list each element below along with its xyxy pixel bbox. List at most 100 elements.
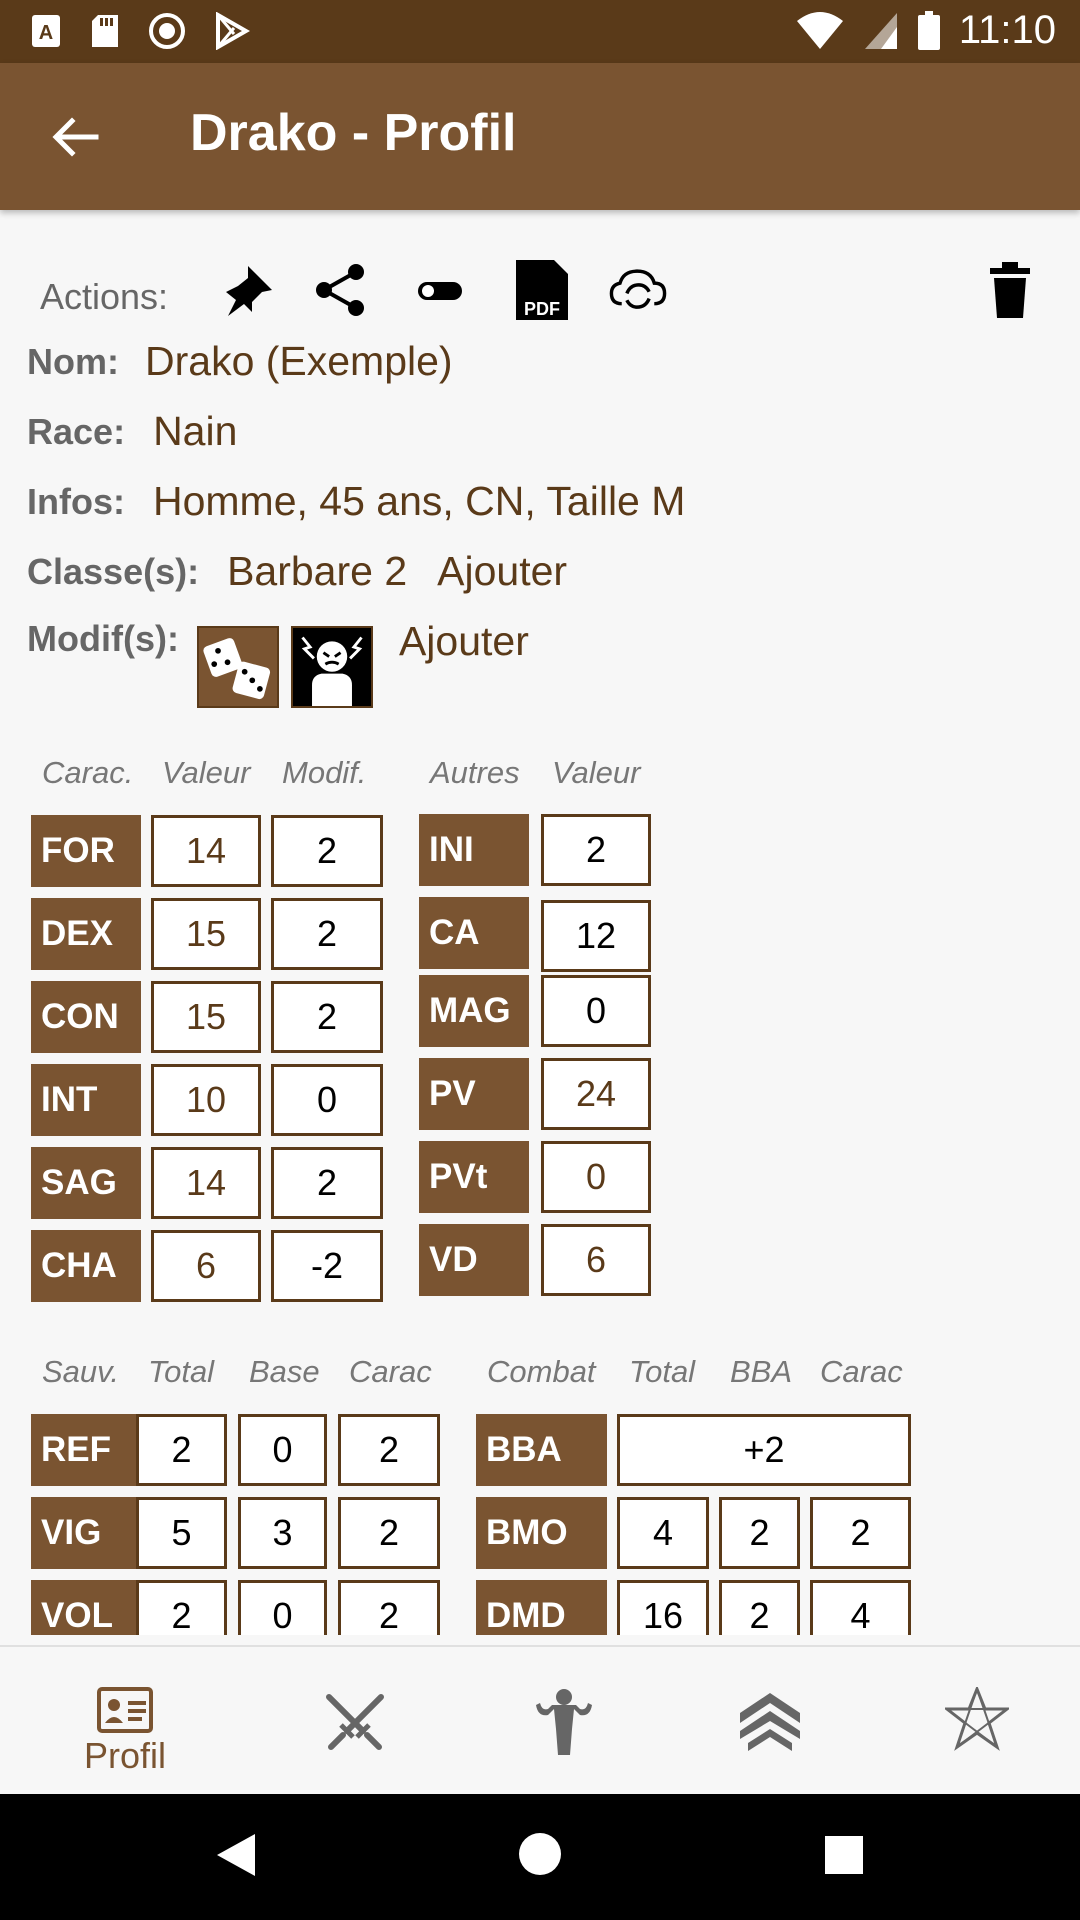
combat-bba-bmo: 2 (719, 1497, 800, 1569)
nav-label-profil: Profil (83, 1735, 167, 1776)
classes-label: Classe(s): (27, 550, 200, 592)
carac-label-int: INT (31, 1064, 141, 1136)
col-header-carac: Carac. (42, 755, 134, 790)
record-icon (149, 13, 185, 49)
carac-value-cha[interactable]: 6 (151, 1230, 261, 1302)
info-row-modifs: Modif(s): Ajouter (27, 618, 529, 708)
autres-label-ini: INI (419, 814, 529, 886)
nav-tab-spells[interactable] (897, 1647, 1057, 1796)
sauv-label-ref: REF (31, 1414, 141, 1486)
combat-total-dmd: 16 (617, 1580, 709, 1635)
id-card-icon (97, 1687, 153, 1733)
cell-signal-icon (864, 12, 897, 49)
crossed-swords-icon (326, 1694, 384, 1750)
race-value[interactable]: Nain (153, 408, 237, 455)
autres-label-pvt: PVt (419, 1141, 529, 1213)
combat-total-bmo: 4 (617, 1497, 709, 1569)
nom-label: Nom: (27, 340, 119, 382)
carac-modif-dex: 2 (271, 898, 383, 970)
status-bar: A 11:10 (0, 0, 1080, 63)
nav-tab-abilities[interactable] (484, 1647, 644, 1796)
col-header-autres-valeur: Valeur (552, 755, 641, 790)
notification-a-icon: A (32, 15, 60, 47)
share-icon[interactable] (310, 260, 370, 320)
home-circle-icon[interactable] (518, 1832, 562, 1876)
carac-value-sag[interactable]: 14 (151, 1147, 261, 1219)
carac-value-con[interactable]: 15 (151, 981, 261, 1053)
nav-tab-combat[interactable] (275, 1647, 435, 1796)
pdf-icon[interactable]: PDF (512, 260, 572, 320)
back-triangle-icon[interactable] (215, 1832, 257, 1878)
col-header-sauv-base: Base (249, 1354, 320, 1389)
bottom-navigation: Profil (0, 1645, 1080, 1796)
info-row-infos: Infos: Homme, 45 ans, CN, Taille M (27, 478, 685, 525)
carac-modif-for: 2 (271, 815, 383, 887)
carac-modif-int: 0 (271, 1064, 383, 1136)
col-header-combat-bba: BBA (730, 1354, 793, 1389)
col-header-sauv-total: Total (148, 1354, 215, 1389)
sauv-carac-ref: 2 (338, 1414, 440, 1486)
carac-modif-cha: -2 (271, 1230, 383, 1302)
system-navigation-bar (0, 1794, 1080, 1920)
combat-carac-bmo: 2 (810, 1497, 911, 1569)
carac-modif-sag: 2 (271, 1147, 383, 1219)
col-header-combat-carac: Carac (820, 1354, 903, 1389)
cloud-sync-icon[interactable] (608, 260, 668, 320)
infos-label: Infos: (27, 480, 125, 522)
carac-value-for[interactable]: 14 (151, 815, 261, 887)
autres-value-pv[interactable]: 24 (541, 1058, 651, 1130)
combat-label-bba: BBA (476, 1414, 607, 1486)
delete-icon[interactable] (980, 260, 1040, 320)
combat-label-bmo: BMO (476, 1497, 607, 1569)
profile-content[interactable]: Actions: PDF Nom: Drako (Exemple) Race: (0, 210, 1080, 1635)
dice-modifier-icon[interactable] (196, 626, 279, 708)
sd-card-icon (92, 15, 118, 47)
rage-modifier-icon[interactable] (290, 626, 373, 708)
nav-tab-profil[interactable]: Profil (45, 1647, 205, 1796)
actions-label: Actions: (40, 276, 169, 317)
toggle-icon[interactable] (410, 260, 470, 320)
carac-value-dex[interactable]: 15 (151, 898, 261, 970)
combat-carac-dmd: 4 (810, 1580, 911, 1635)
autres-value-vd[interactable]: 6 (541, 1224, 651, 1296)
nav-tab-levels[interactable] (690, 1647, 850, 1796)
add-modifier-link[interactable]: Ajouter (399, 618, 529, 665)
sauv-label-vol: VOL (31, 1580, 141, 1635)
carac-label-dex: DEX (31, 898, 141, 970)
autres-value-ini: 2 (541, 814, 651, 886)
status-time: 11:10 (958, 8, 1056, 52)
col-header-sauv: Sauv. (42, 1354, 119, 1389)
sauv-carac-vig: 2 (338, 1497, 440, 1569)
autres-value-pvt[interactable]: 0 (541, 1141, 651, 1213)
info-row-race: Race: Nain (27, 408, 237, 455)
classes-value[interactable]: Barbare 2 (227, 548, 407, 595)
combat-value-bba: +2 (617, 1414, 911, 1486)
page-title: Drako - Profil (190, 104, 517, 162)
carac-value-int[interactable]: 10 (151, 1064, 261, 1136)
sauv-total-vol: 2 (136, 1580, 227, 1635)
carac-label-for: FOR (31, 815, 141, 887)
col-header-combat-total: Total (629, 1354, 696, 1389)
add-class-link[interactable]: Ajouter (437, 548, 567, 595)
sauv-base-vol: 0 (238, 1580, 327, 1635)
pin-icon[interactable] (218, 260, 278, 320)
infos-value[interactable]: Homme, 45 ans, CN, Taille M (153, 478, 685, 525)
back-arrow-icon[interactable] (48, 111, 100, 163)
autres-label-ca: CA (419, 897, 529, 969)
col-header-modif: Modif. (282, 755, 367, 790)
autres-value-ca: 12 (541, 900, 651, 972)
recents-square-icon[interactable] (823, 1834, 865, 1876)
modifs-label: Modif(s): (27, 618, 179, 659)
info-row-nom: Nom: Drako (Exemple) (27, 338, 453, 385)
sauv-label-vig: VIG (31, 1497, 141, 1569)
autres-value-mag: 0 (541, 975, 651, 1047)
carac-label-sag: SAG (31, 1147, 141, 1219)
autres-label-mag: MAG (419, 975, 529, 1047)
sauv-total-ref: 2 (136, 1414, 227, 1486)
nom-value[interactable]: Drako (Exemple) (145, 338, 453, 385)
sauv-base-ref: 0 (238, 1414, 327, 1486)
sauv-total-vig: 5 (136, 1497, 227, 1569)
info-row-classes: Classe(s): Barbare 2 Ajouter (27, 548, 567, 595)
col-header-valeur: Valeur (162, 755, 251, 790)
carac-modif-con: 2 (271, 981, 383, 1053)
